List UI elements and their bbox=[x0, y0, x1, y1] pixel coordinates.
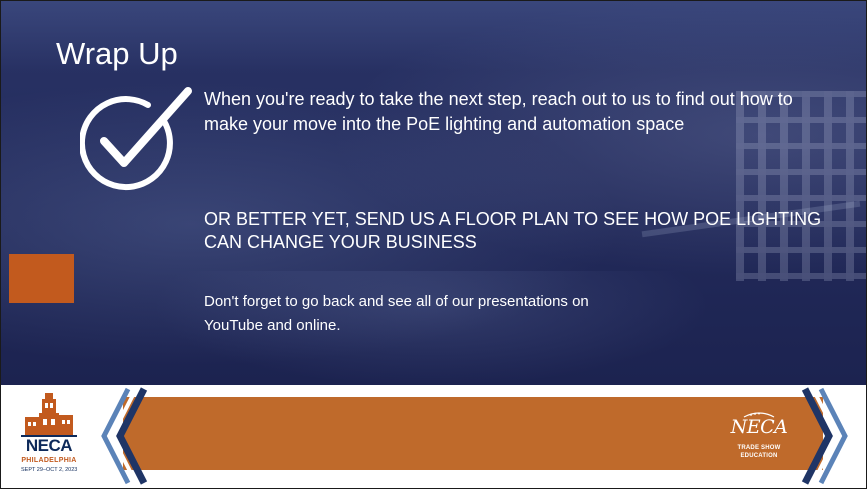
reminder-paragraph: Don't forget to go back and see all of o… bbox=[204, 293, 589, 334]
checkmark-circle-icon bbox=[80, 87, 192, 191]
footer-orange-band bbox=[123, 397, 823, 470]
city-skyline-icon bbox=[21, 393, 77, 437]
left-chevron-decoration bbox=[101, 387, 148, 485]
slide-title: Wrap Up bbox=[56, 36, 178, 71]
intro-paragraph: When you're ready to take the next step,… bbox=[204, 89, 793, 134]
slide: Wrap Up When you're ready to take the ne… bbox=[0, 0, 867, 489]
city-label: PHILADELPHIA bbox=[21, 457, 77, 464]
event-dates: SEPT 29–OCT 2, 2023 bbox=[21, 467, 78, 473]
neca-trade-show-education-logo: NECA TRADE SHOW EDUCATION bbox=[728, 412, 790, 464]
neca-philadelphia-logo: NECA PHILADELPHIA SEPT 29–OCT 2, 2023 bbox=[21, 391, 77, 485]
orange-accent-block bbox=[9, 254, 74, 303]
education-label: EDUCATION bbox=[740, 453, 778, 459]
call-to-action-paragraph: OR BETTER YET, SEND US A FLOOR PLAN TO S… bbox=[204, 209, 822, 252]
neca-script-wordmark: NECA bbox=[730, 416, 788, 438]
neca-wordmark: NECA bbox=[25, 436, 73, 455]
footer-banner: NECA PHILADELPHIA SEPT 29–OCT 2, 2023 NE… bbox=[1, 385, 866, 487]
trade-show-label: TRADE SHOW bbox=[737, 445, 781, 451]
